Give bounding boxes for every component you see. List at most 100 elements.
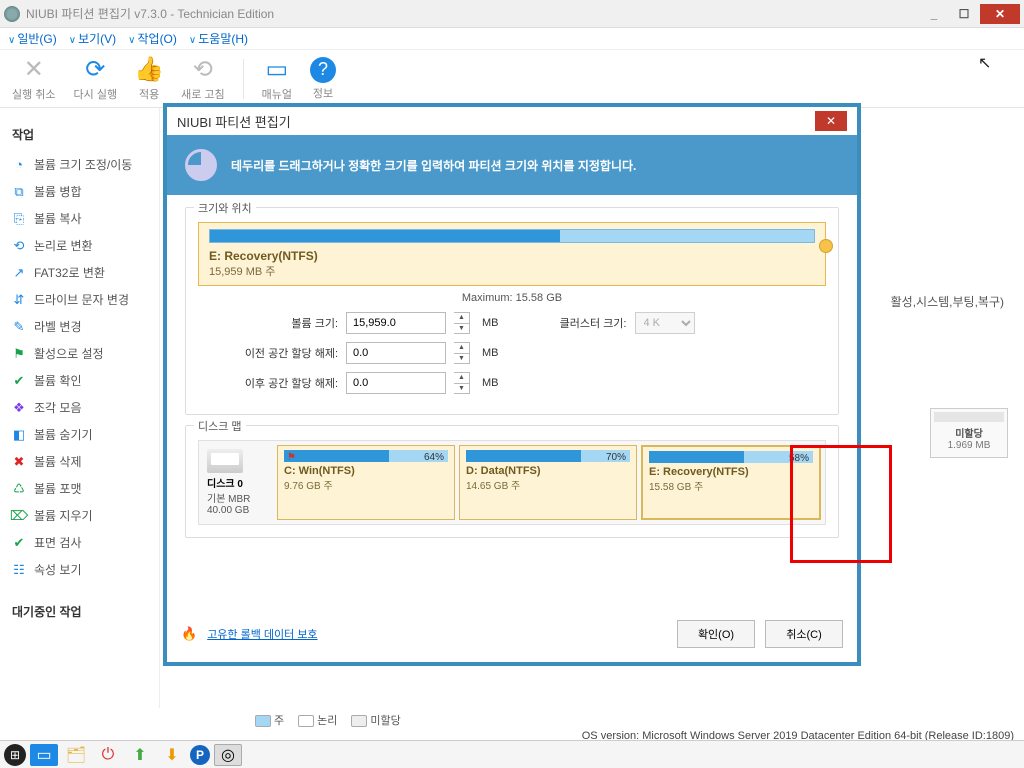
sidebar-item-icon: ✖: [12, 455, 26, 469]
sidebar-item-5[interactable]: ⇵드라이브 문자 변경: [8, 286, 151, 313]
sidebar-item-label: 조각 모음: [34, 399, 82, 416]
partition-2[interactable]: 58%E: Recovery(NTFS)15.58 GB 주: [641, 445, 821, 520]
sidebar-item-icon: ⧉: [12, 185, 26, 199]
volume-size-spinner[interactable]: ▲▼: [454, 312, 470, 334]
manual-button[interactable]: ▭매뉴얼: [262, 56, 292, 102]
partition-1[interactable]: 70%D: Data(NTFS)14.65 GB 주: [459, 445, 637, 520]
power-icon[interactable]: ⏻: [94, 744, 122, 766]
cancel-button[interactable]: 취소(C): [765, 620, 843, 648]
slider-track[interactable]: [209, 229, 815, 243]
sidebar-item-15[interactable]: ☷속성 보기: [8, 556, 151, 583]
app-icon: [4, 6, 20, 22]
bg-unalloc-bar: [934, 412, 1004, 422]
info-icon: ?: [310, 57, 336, 83]
spinner-down-icon[interactable]: ▼: [454, 384, 469, 394]
disk-info: 디스크 0 기본 MBR 40.00 GB: [203, 445, 273, 520]
dialog-close-button[interactable]: ✕: [815, 111, 847, 131]
redo-button[interactable]: ⟳다시 실행: [74, 56, 118, 102]
undo-button[interactable]: ✕실행 취소: [12, 56, 56, 102]
thumbs-up-icon: 👍: [135, 56, 163, 84]
sidebar-item-icon: ⟲: [12, 239, 26, 253]
slider-fill: [210, 230, 560, 242]
slider-partition-size: 15,959 MB 주: [209, 263, 815, 279]
bg-unalloc-size: 1.969 MB: [934, 440, 1004, 451]
partition-name: C: Win(NTFS): [284, 465, 448, 477]
disk-icon: [207, 449, 243, 473]
pie-icon: [185, 149, 217, 181]
cluster-size-select[interactable]: 4 K: [635, 312, 695, 334]
refresh-button[interactable]: ⟲새로 고침: [181, 56, 225, 102]
legend-logical: 논리: [298, 712, 337, 728]
minimize-button[interactable]: _: [920, 4, 948, 24]
menu-work[interactable]: 작업(O): [128, 30, 177, 47]
menu-view[interactable]: 보기(V): [69, 30, 116, 47]
titlebar: NIUBI 파티션 편집기 v7.3.0 - Technician Editio…: [0, 0, 1024, 28]
partition-used-fill: [284, 450, 389, 462]
sidebar-item-label: 볼륨 숨기기: [34, 426, 93, 443]
book-icon: ▭: [263, 56, 291, 84]
menu-help[interactable]: 도움말(H): [189, 30, 248, 47]
sidebar-item-label: 활성으로 설정: [34, 345, 104, 362]
sidebar-item-icon: ❖: [12, 401, 26, 415]
sidebar-item-icon: ◧: [12, 428, 26, 442]
sidebar-item-label: FAT32로 변환: [34, 264, 105, 281]
sidebar-item-11[interactable]: ✖볼륨 삭제: [8, 448, 151, 475]
unalloc-before-input[interactable]: [346, 342, 446, 364]
legend-primary: 주: [255, 712, 284, 728]
file-explorer-icon[interactable]: 🗂: [62, 744, 90, 766]
sidebar-item-3[interactable]: ⟲논리로 변환: [8, 232, 151, 259]
disk-total-size: 40.00 GB: [207, 505, 269, 516]
sidebar-item-9[interactable]: ❖ 조각 모음: [8, 394, 151, 421]
unalloc-before-spinner[interactable]: ▲▼: [454, 342, 470, 364]
sidebar-item-icon: ☷: [12, 563, 26, 577]
sidebar-item-0[interactable]: ◔볼륨 크기 조정/이동: [8, 151, 151, 178]
partition-percent: 64%: [424, 452, 444, 463]
slider-partition-name: E: Recovery(NTFS): [209, 249, 815, 263]
sidebar-item-1[interactable]: ⧉볼륨 병합: [8, 178, 151, 205]
arrow-down-icon[interactable]: ⬇: [158, 744, 186, 766]
menu-general[interactable]: 일반(G): [8, 30, 57, 47]
slider-handle-right[interactable]: [819, 239, 833, 253]
p-app-icon[interactable]: P: [190, 745, 210, 765]
partition-size: 15.58 GB 주: [649, 478, 813, 493]
sidebar-item-14[interactable]: ✔표면 검사: [8, 529, 151, 556]
sidebar-title-ops: 작업: [8, 118, 151, 151]
sidebar-item-4[interactable]: ↗FAT32로 변환: [8, 259, 151, 286]
spinner-up-icon[interactable]: ▲: [454, 343, 469, 354]
start-button[interactable]: ⊞: [4, 744, 26, 766]
sidebar-item-8[interactable]: ✔볼륨 확인: [8, 367, 151, 394]
partition-size: 9.76 GB 주: [284, 477, 448, 492]
rollback-link[interactable]: 고유한 롤백 데이터 보호: [207, 626, 317, 642]
legend-bar: 주 논리 미할당: [255, 712, 401, 728]
info-button[interactable]: ?정보: [310, 57, 336, 101]
sidebar-item-12[interactable]: ♺볼륨 포맷: [8, 475, 151, 502]
sidebar-item-2[interactable]: ⎘볼륨 복사: [8, 205, 151, 232]
unalloc-after-input[interactable]: [346, 372, 446, 394]
refresh-icon: ⟲: [189, 56, 217, 84]
spinner-down-icon[interactable]: ▼: [454, 354, 469, 364]
volume-size-input[interactable]: [346, 312, 446, 334]
partition-usage-bar: 58%: [649, 451, 813, 463]
arrow-up-icon[interactable]: ⬆: [126, 744, 154, 766]
ok-button[interactable]: 확인(O): [677, 620, 755, 648]
sidebar-item-10[interactable]: ◧ 볼륨 숨기기: [8, 421, 151, 448]
spinner-up-icon[interactable]: ▲: [454, 373, 469, 384]
unit-mb: MB: [482, 377, 499, 389]
niubi-app-icon[interactable]: ◎: [214, 744, 242, 766]
sidebar-item-7[interactable]: ⚑활성으로 설정: [8, 340, 151, 367]
maximize-button[interactable]: ☐: [950, 4, 978, 24]
partition-percent: 58%: [789, 453, 809, 464]
sidebar-item-6[interactable]: ✎라벨 변경: [8, 313, 151, 340]
sidebar-item-13[interactable]: ⌦볼륨 지우기: [8, 502, 151, 529]
partition-slider[interactable]: E: Recovery(NTFS) 15,959 MB 주: [198, 222, 826, 286]
taskview-icon[interactable]: ▭: [30, 744, 58, 766]
partition-percent: 70%: [606, 452, 626, 463]
unit-mb: MB: [482, 347, 499, 359]
bg-unallocated-box: 미할당 1.969 MB: [930, 408, 1008, 458]
spinner-up-icon[interactable]: ▲: [454, 313, 469, 324]
apply-button[interactable]: 👍적용: [135, 56, 163, 102]
partition-0[interactable]: 64%⚑C: Win(NTFS)9.76 GB 주: [277, 445, 455, 520]
unalloc-after-spinner[interactable]: ▲▼: [454, 372, 470, 394]
spinner-down-icon[interactable]: ▼: [454, 324, 469, 334]
close-button[interactable]: ✕: [980, 4, 1020, 24]
